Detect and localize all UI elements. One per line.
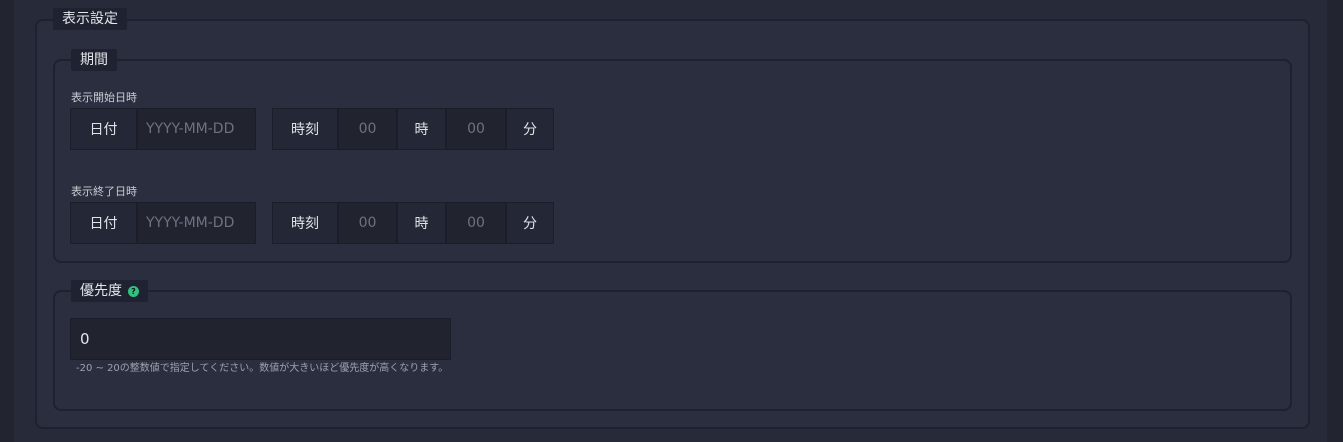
period-legend: 期間 [71, 49, 117, 71]
end-date-group: 日付 [70, 202, 256, 244]
start-hour-unit: 時 [397, 108, 446, 150]
start-minute-input[interactable] [446, 108, 506, 150]
priority-legend-label: 優先度 [80, 283, 122, 299]
start-hour-input[interactable] [338, 108, 397, 150]
priority-input[interactable] [70, 318, 451, 360]
start-date-input[interactable] [137, 108, 256, 150]
priority-hint: -20 ~ 20の整数値で指定してください。数値が大きいほど優先度が高くなります… [76, 363, 449, 374]
start-date-addon: 日付 [70, 108, 137, 150]
end-time-addon: 時刻 [272, 202, 338, 244]
start-time-group: 時刻 時 分 [272, 108, 554, 150]
right-rail [1327, 0, 1343, 442]
end-time-group: 時刻 時 分 [272, 202, 554, 244]
end-date-input[interactable] [137, 202, 256, 244]
start-datetime-label: 表示開始日時 [71, 91, 137, 104]
question-circle-icon[interactable]: ? [128, 285, 139, 297]
priority-legend: 優先度? [71, 280, 148, 302]
end-minute-input[interactable] [446, 202, 506, 244]
end-date-addon: 日付 [70, 202, 137, 244]
left-rail [0, 0, 14, 442]
display-settings-legend: 表示設定 [53, 8, 127, 30]
end-hour-unit: 時 [397, 202, 446, 244]
start-time-addon: 時刻 [272, 108, 338, 150]
start-date-group: 日付 [70, 108, 256, 150]
end-minute-unit: 分 [506, 202, 554, 244]
end-datetime-label: 表示終了日時 [71, 185, 137, 198]
start-minute-unit: 分 [506, 108, 554, 150]
end-hour-input[interactable] [338, 202, 397, 244]
